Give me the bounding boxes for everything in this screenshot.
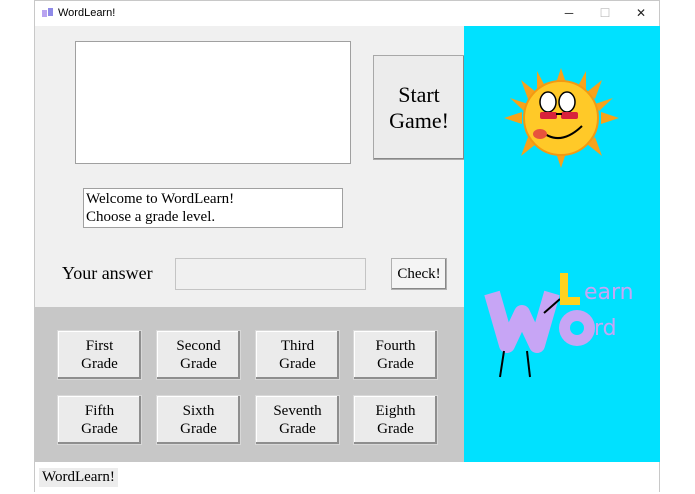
grade-button-sixth[interactable]: Sixth Grade bbox=[156, 395, 241, 445]
grade-button-third[interactable]: Third Grade bbox=[255, 330, 340, 380]
start-button-label-line1: Start bbox=[398, 81, 440, 107]
grade-button-first[interactable]: First Grade bbox=[57, 330, 142, 380]
message-line-2: Choose a grade level. bbox=[86, 209, 216, 225]
svg-text:earn: earn bbox=[584, 280, 634, 305]
grade-label: Grade bbox=[377, 356, 414, 372]
message-line-1: Welcome to WordLearn! bbox=[86, 191, 235, 207]
mascot-panel: earn rd bbox=[464, 26, 660, 462]
sun-mascot-icon bbox=[504, 68, 619, 168]
grade-label: Third bbox=[280, 338, 315, 354]
grade-label: Grade bbox=[377, 421, 414, 437]
grade-button-seventh[interactable]: Seventh Grade bbox=[255, 395, 340, 445]
grade-button-eighth[interactable]: Eighth Grade bbox=[353, 395, 438, 445]
grade-label: Sixth bbox=[182, 403, 215, 419]
grade-label: Grade bbox=[180, 356, 217, 372]
start-button-label-line2: Game! bbox=[389, 107, 449, 133]
wordlearn-logo-icon: earn rd bbox=[484, 273, 634, 378]
grade-button-second[interactable]: Second Grade bbox=[156, 330, 241, 380]
grade-label: Eighth bbox=[375, 403, 416, 419]
grade-selection-panel: First Grade Second Grade Third Grade Fou… bbox=[35, 307, 464, 462]
answer-label: Your answer bbox=[62, 263, 153, 283]
window-title: WordLearn! bbox=[58, 7, 116, 19]
close-button[interactable]: ✕ bbox=[623, 1, 659, 26]
grade-label: Fourth bbox=[375, 338, 416, 354]
minimize-button[interactable]: ─ bbox=[551, 1, 587, 26]
game-panel: Start Game! Welcome to WordLearn! Choose… bbox=[35, 26, 464, 307]
grade-button-fourth[interactable]: Fourth Grade bbox=[353, 330, 438, 380]
start-game-button[interactable]: Start Game! bbox=[373, 55, 464, 160]
svg-text:rd: rd bbox=[594, 316, 617, 341]
grade-label: Grade bbox=[81, 421, 118, 437]
grade-label: Grade bbox=[279, 421, 316, 437]
grade-label: Second bbox=[176, 338, 221, 354]
app-window: WordLearn! ─ ☐ ✕ Start Game! Welcome to … bbox=[34, 0, 660, 492]
word-display-area bbox=[75, 41, 351, 164]
grade-label: Grade bbox=[81, 356, 118, 372]
maximize-button[interactable]: ☐ bbox=[587, 1, 623, 26]
grade-label: Grade bbox=[180, 421, 217, 437]
grade-label: Grade bbox=[279, 356, 316, 372]
grade-label: Seventh bbox=[273, 403, 322, 419]
answer-input[interactable] bbox=[175, 258, 366, 290]
check-button[interactable]: Check! bbox=[391, 258, 447, 290]
grade-label: First bbox=[85, 338, 114, 354]
app-icon bbox=[42, 8, 53, 17]
status-bar: WordLearn! bbox=[35, 462, 659, 492]
grade-label: Fifth bbox=[84, 403, 115, 419]
grade-button-fifth[interactable]: Fifth Grade bbox=[57, 395, 142, 445]
message-box: Welcome to WordLearn! Choose a grade lev… bbox=[83, 188, 343, 228]
title-bar: WordLearn! ─ ☐ ✕ bbox=[35, 1, 659, 26]
status-label: WordLearn! bbox=[39, 468, 118, 487]
